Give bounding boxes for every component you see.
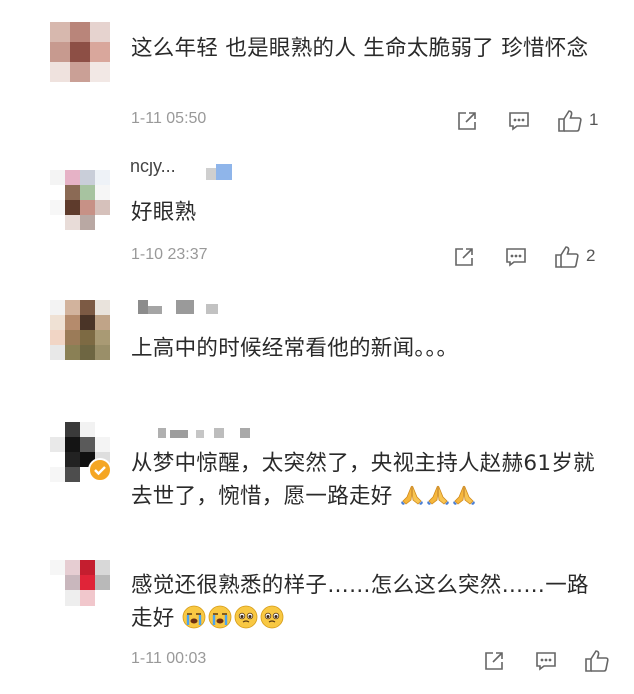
comment-icon	[536, 652, 556, 671]
verified-badge-icon	[88, 458, 112, 482]
reply-button[interactable]	[504, 243, 528, 271]
like-count: 1	[589, 110, 599, 129]
praying-hands-emoji	[426, 483, 450, 507]
comment-text: 好眼熟	[131, 200, 197, 225]
share-button[interactable]	[452, 243, 476, 271]
pleading-face-emoji	[260, 605, 284, 629]
like-button[interactable]: 2	[554, 243, 602, 271]
crying-face-emoji	[182, 605, 206, 629]
reply-button[interactable]	[534, 647, 558, 675]
comment-icon	[506, 248, 526, 267]
username[interactable]	[130, 298, 240, 320]
like-count: 2	[586, 246, 596, 265]
comment-item: 上高中的时候经常看他的新闻。。。	[0, 280, 634, 400]
comment-text: 这么年轻 也是眼熟的人 生命太脆弱了 珍惜怀念	[131, 36, 589, 61]
share-icon	[455, 248, 473, 266]
praying-hands-emoji	[452, 483, 476, 507]
comment-text: 从梦中惊醒，太突然了，央视主持人赵赫61岁就去世了，惋惜，愿一路走好	[131, 447, 601, 513]
crying-face-emoji	[208, 605, 232, 629]
avatar[interactable]	[50, 300, 110, 360]
avatar[interactable]	[50, 170, 110, 230]
thumbs-up-icon	[555, 246, 579, 268]
praying-hands-emoji	[400, 483, 424, 507]
comment-time: 1-11 05:50	[131, 110, 207, 127]
thumbs-up-icon	[558, 110, 582, 132]
comment-item: 这么年轻 也是眼熟的人 生命太脆弱了 珍惜怀念 1-11 05:50 1	[0, 0, 634, 140]
comment-actions: 1	[455, 107, 605, 135]
share-button[interactable]	[455, 107, 479, 135]
avatar[interactable]	[50, 560, 110, 606]
comment-item: ncjy... 好眼熟 1-10 23:37 2	[0, 140, 634, 280]
comment-icon	[509, 112, 529, 131]
username[interactable]: ncjy...	[130, 162, 250, 184]
share-button[interactable]	[482, 647, 506, 675]
reply-button[interactable]	[507, 107, 531, 135]
pleading-face-emoji	[234, 605, 258, 629]
like-button[interactable]: 1	[557, 107, 605, 135]
comment-text-body: 从梦中惊醒，太突然了，央视主持人赵赫61岁就去世了，惋惜，愿一路走好	[131, 451, 595, 509]
username[interactable]	[130, 422, 260, 444]
share-icon	[458, 112, 476, 130]
username-text: ncjy...	[130, 162, 176, 176]
comment-list: 这么年轻 也是眼熟的人 生命太脆弱了 珍惜怀念 1-11 05:50 1 ncj…	[0, 0, 634, 694]
comment-text: 感觉还很熟悉的样子……怎么这么突然……一路走好	[131, 569, 606, 635]
comment-time: 1-11 00:03	[131, 650, 207, 667]
comment-text: 上高中的时候经常看他的新闻。。。	[131, 336, 459, 361]
avatar[interactable]	[50, 22, 110, 82]
comment-item: 从梦中惊醒，太突然了，央视主持人赵赫61岁就去世了，惋惜，愿一路走好	[0, 400, 634, 540]
thumbs-up-icon	[585, 650, 609, 672]
comment-time: 1-10 23:37	[131, 246, 208, 263]
comment-actions: 2	[452, 243, 602, 271]
share-icon	[485, 652, 503, 670]
comment-actions	[482, 647, 612, 675]
like-button[interactable]	[584, 647, 612, 675]
comment-item: 感觉还很熟悉的样子……怎么这么突然……一路走好 1-11 00:03	[0, 540, 634, 694]
